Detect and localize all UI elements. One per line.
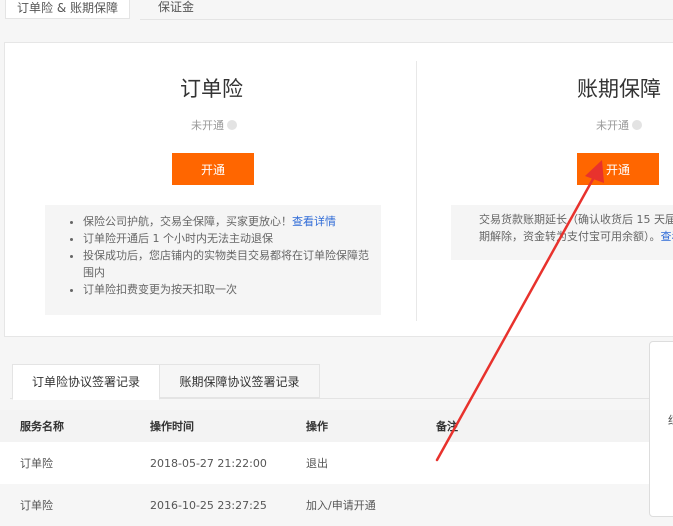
tab-payment-term-records[interactable]: 账期保障协议签署记录 [160, 364, 320, 398]
info-item: 订单险开通后 1 个小时内无法主动退保 [83, 230, 371, 247]
status-text: 未开通 [596, 119, 629, 132]
tab-order-insurance-records[interactable]: 订单险协议签署记录 [12, 364, 160, 400]
status-dot-icon [632, 120, 642, 130]
tab-order-insurance-payment-term[interactable]: 订单险 & 账期保障 [5, 0, 130, 19]
order-insurance-open-button[interactable]: 开通 [172, 153, 254, 185]
payment-term-line-2: 期解除，资金转为支付宝可用余额）。查看 [479, 228, 673, 245]
cell-operation: 加入/申请开通 [306, 499, 376, 512]
payment-term-status: 未开通 [596, 117, 642, 133]
payment-term-info: 交易货款账期延长（确认收货后 15 天届满 期解除，资金转为支付宝可用余额）。查… [451, 205, 673, 260]
cell-service-name: 订单险 [20, 457, 53, 470]
table-row: 订单险 2016-10-25 23:27:25 加入/申请开通 [0, 484, 652, 526]
cell-operation: 退出 [306, 457, 328, 470]
payment-term-open-button[interactable]: 开通 [577, 153, 659, 185]
status-dot-icon [227, 120, 237, 130]
status-text: 未开通 [191, 119, 224, 132]
header-operation-time: 操作时间 [150, 420, 194, 433]
column-divider [416, 61, 417, 321]
top-tabs: 订单险 & 账期保障 保证金 [0, 0, 673, 20]
view-details-link[interactable]: 查看详情 [292, 215, 336, 228]
info-item: 投保成功后，您店铺内的实物类目交易都将在订单险保障范围内 [83, 247, 371, 281]
cell-operation-time: 2016-10-25 23:27:25 [150, 498, 267, 512]
info-list: 保险公司护航，交易全保障，买家更放心！查看详情 订单险开通后 1 个小时内无法主… [67, 213, 371, 298]
header-operation: 操作 [306, 420, 328, 433]
payment-term-line-1: 交易货款账期延长（确认收货后 15 天届满 [479, 213, 673, 226]
tab-divider [140, 19, 673, 20]
service-panel: 订单险 未开通 开通 保险公司护航，交易全保障，买家更放心！查看详情 订单险开通… [4, 42, 673, 337]
info-item: 订单险扣费变更为按天扣取一次 [83, 281, 371, 298]
payment-term-title: 账期保障 [577, 77, 661, 101]
header-service-name: 服务名称 [20, 420, 64, 433]
table-row: 订单险 2018-05-27 21:22:00 退出 [0, 442, 652, 484]
payment-term-view-link[interactable]: 查看 [661, 230, 673, 243]
cell-remark [436, 442, 652, 484]
order-insurance-status: 未开通 [191, 117, 237, 133]
floating-side-panel[interactable]: 红 [649, 341, 673, 517]
cell-service-name: 订单险 [20, 499, 53, 512]
records-table: 服务名称 操作时间 操作 备注 订单险 2018-05-27 21:22:00 … [0, 410, 652, 526]
order-insurance-info: 保险公司护航，交易全保障，买家更放心！查看详情 订单险开通后 1 个小时内无法主… [45, 205, 381, 315]
cell-operation-time: 2018-05-27 21:22:00 [150, 456, 267, 470]
table-header-row: 服务名称 操作时间 操作 备注 [0, 410, 652, 442]
tab-deposit[interactable]: 保证金 [158, 0, 194, 18]
cell-remark [436, 484, 652, 526]
side-panel-text: 红 [668, 412, 673, 428]
order-insurance-title: 订单险 [180, 77, 243, 101]
header-remark: 备注 [436, 420, 458, 433]
info-item: 保险公司护航，交易全保障，买家更放心！查看详情 [83, 213, 371, 230]
